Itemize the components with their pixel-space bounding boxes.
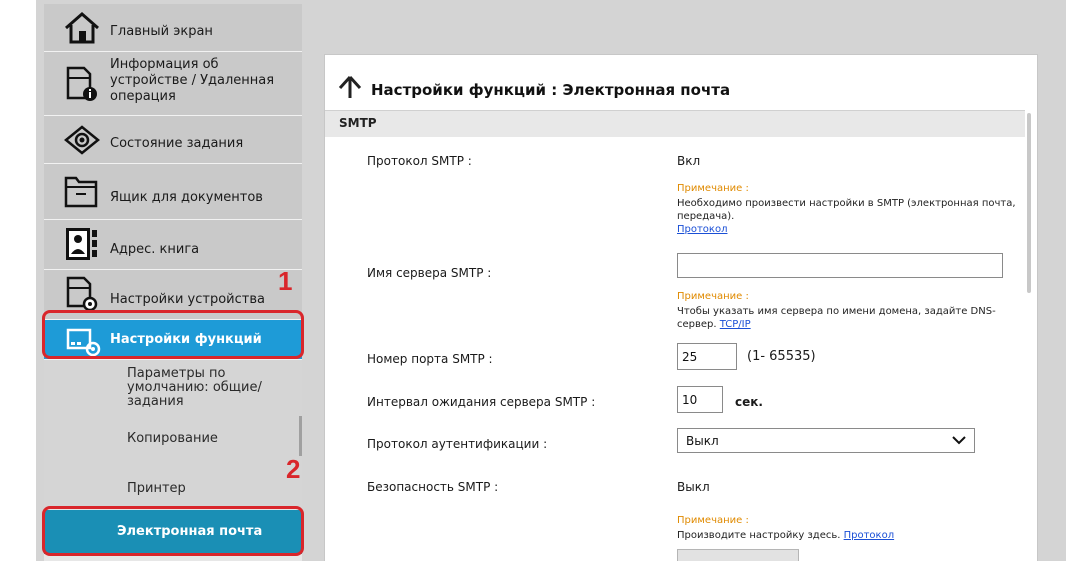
protocol-link[interactable]: Протокол <box>844 530 894 541</box>
note-text: Необходимо произвести настройки в SMTP (… <box>677 197 1017 236</box>
sidebar-subitem-label: Копирование <box>127 431 218 446</box>
sidebar-item-label: Состояние задания <box>110 136 244 151</box>
smtp-timeout-input[interactable]: 10 <box>677 386 723 413</box>
panel-scrollbar[interactable] <box>1025 113 1033 293</box>
smtp-port-label: Номер порта SMTP : <box>367 352 493 366</box>
smtp-timeout-unit: сек. <box>735 395 763 409</box>
note-heading: Примечание : <box>677 515 749 526</box>
note-text: Чтобы указать имя сервера по имени домен… <box>677 305 1017 331</box>
sidebar-item-device-info[interactable]: Информация об устройстве / Удаленная опе… <box>44 52 302 116</box>
sidebar: Главный экран Информация об устройстве /… <box>44 4 302 561</box>
auth-protocol-select[interactable]: Выкл <box>677 428 975 453</box>
device-info-icon <box>62 66 102 102</box>
auth-protocol-label: Протокол аутентификации : <box>367 437 548 451</box>
page-title: Настройки функций : Электронная почта <box>371 81 731 99</box>
tcpip-link[interactable]: TCP/IP <box>720 319 751 330</box>
sidebar-item-label: Ящик для документов <box>110 190 263 205</box>
sidebar-subitem-label: Параметры по умолчанию: общие/задания <box>127 366 262 409</box>
note-heading: Примечание : <box>677 183 749 194</box>
smtp-server-label: Имя сервера SMTP : <box>367 266 492 280</box>
step-number-2: 2 <box>286 454 301 484</box>
sidebar-subitem-label: Принтер <box>127 481 186 496</box>
sidebar-subitem-copy[interactable]: Копирование <box>44 418 302 464</box>
smtp-timeout-label: Интервал ожидания сервера SMTP : <box>367 395 596 409</box>
note-heading: Примечание : <box>677 291 749 302</box>
sidebar-subitem-printer[interactable]: Принтер <box>44 464 302 508</box>
main-area: Настройки функций : Электронная почта SM… <box>306 4 1066 561</box>
sidebar-item-document-box[interactable]: Ящик для документов <box>44 164 302 220</box>
sidebar-item-home[interactable]: Главный экран <box>44 4 302 52</box>
device-settings-icon <box>62 276 102 312</box>
web-admin-screen: Главный экран Информация об устройстве /… <box>36 0 1066 561</box>
note-body: Производите настройку здесь. <box>677 530 841 541</box>
chevron-down-icon <box>952 434 966 446</box>
smtp-server-input[interactable] <box>677 253 1003 278</box>
section-title: SMTP <box>339 116 377 130</box>
settings-button[interactable] <box>677 549 799 561</box>
home-icon <box>62 10 102 46</box>
sidebar-subitem-defaults[interactable]: Параметры по умолчанию: общие/задания <box>44 360 302 418</box>
sidebar-item-label: Адрес. книга <box>110 242 200 257</box>
sidebar-item-address-book[interactable]: Адрес. книга <box>44 220 302 270</box>
protocol-link[interactable]: Протокол <box>677 224 727 235</box>
callout-box-2 <box>42 506 304 556</box>
smtp-port-range: (1- 65535) <box>747 349 816 364</box>
smtp-security-value: Выкл <box>677 480 710 494</box>
callout-box-1 <box>42 310 304 359</box>
note-text: Производите настройку здесь. Протокол <box>677 529 1017 542</box>
smtp-security-label: Безопасность SMTP : <box>367 480 499 494</box>
smtp-protocol-value: Вкл <box>677 154 701 168</box>
eye-icon <box>62 122 102 158</box>
step-number-1: 1 <box>278 266 293 296</box>
sidebar-item-label: Главный экран <box>110 24 213 39</box>
smtp-port-input[interactable]: 25 <box>677 343 737 370</box>
up-arrow-icon[interactable] <box>337 75 363 99</box>
sidebar-item-label: Информация об устройстве / Удаленная опе… <box>110 57 275 104</box>
panel-header: Настройки функций : Электронная почта <box>325 55 1037 110</box>
sidebar-item-job-status[interactable]: Состояние задания <box>44 116 302 164</box>
smtp-protocol-label: Протокол SMTP : <box>367 154 472 168</box>
note-body: Необходимо произвести настройки в SMTP (… <box>677 198 1016 222</box>
settings-panel: Настройки функций : Электронная почта SM… <box>324 54 1038 561</box>
auth-protocol-value: Выкл <box>686 433 719 448</box>
sidebar-scrollbar[interactable] <box>299 416 302 456</box>
sidebar-item-label: Настройки устройства <box>110 292 265 307</box>
folder-icon <box>62 174 102 210</box>
section-header: SMTP <box>325 110 1025 137</box>
scrollbar-thumb[interactable] <box>1027 113 1031 293</box>
address-book-icon <box>62 226 102 262</box>
